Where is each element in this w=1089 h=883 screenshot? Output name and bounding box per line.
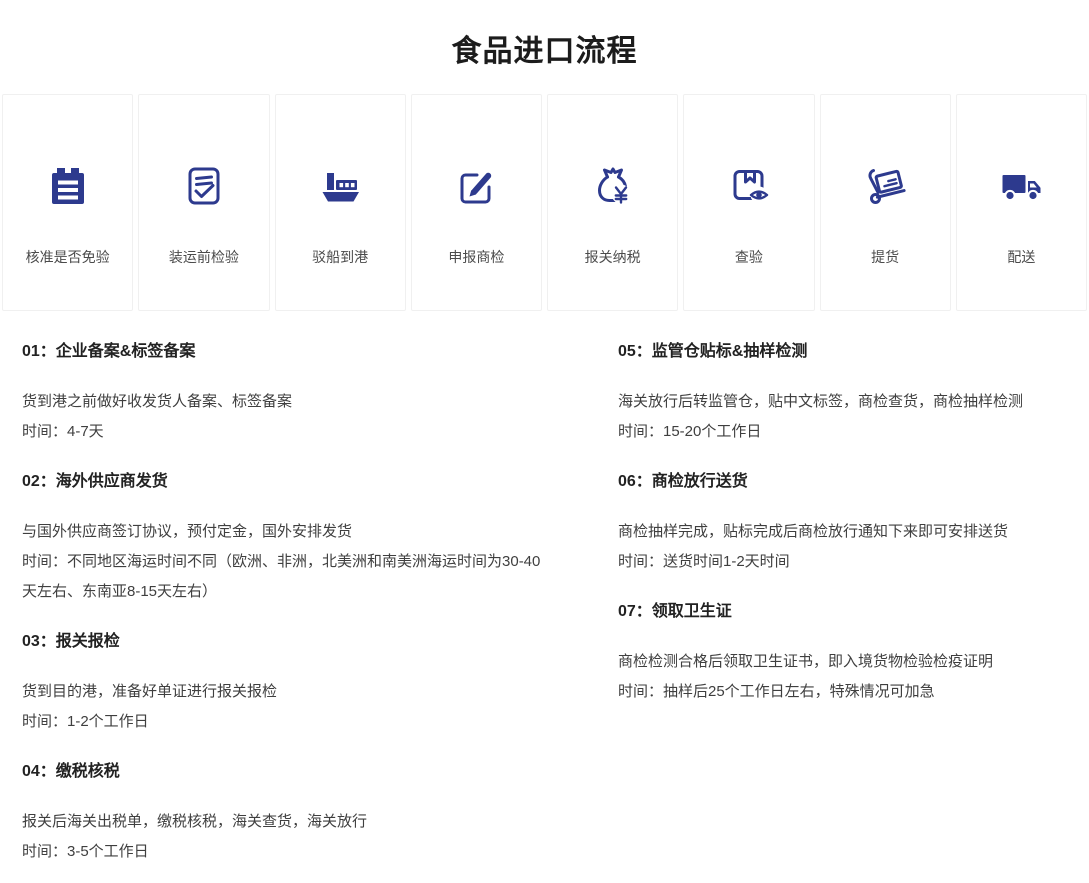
step-card-customs-tax: 报关纳税 (547, 94, 678, 311)
step-card-declare-inspection: 申报商检 (411, 94, 542, 311)
step-card-preshipment-inspection: 装运前检验 (138, 94, 269, 311)
section-02: 02：海外供应商发货 与国外供应商签订协议，预付定金，国外安排发货 时间：不同地… (22, 471, 548, 607)
section-time: 时间：不同地区海运时间不同（欧洲、非洲，北美洲和南美洲海运时间为30-40天左右… (22, 547, 548, 607)
step-label: 核准是否免验 (26, 247, 110, 267)
step-label: 驳船到港 (312, 247, 368, 267)
step-label: 查验 (735, 247, 763, 267)
details-column-left: 01：企业备案&标签备案 货到港之前做好收发货人备案、标签备案 时间：4-7天 … (22, 317, 618, 867)
section-description: 货到港之前做好收发货人备案、标签备案 (22, 387, 548, 417)
process-steps-row: 核准是否免验 装运前检验 驳船到港 (2, 94, 1087, 311)
step-card-inspection: 查验 (683, 94, 814, 311)
step-label: 装运前检验 (169, 247, 239, 267)
process-details: 01：企业备案&标签备案 货到港之前做好收发货人备案、标签备案 时间：4-7天 … (0, 317, 1089, 867)
section-03: 03：报关报检 货到目的港，准备好单证进行报关报检 时间：1-2个工作日 (22, 631, 548, 737)
section-description: 与国外供应商签订协议，预付定金，国外安排发货 (22, 517, 548, 547)
section-time: 时间：送货时间1-2天时间 (618, 547, 1065, 577)
section-heading: 04：缴税核税 (22, 761, 548, 783)
section-heading: 06：商检放行送货 (618, 471, 1065, 493)
step-label: 报关纳税 (585, 247, 641, 267)
section-06: 06：商检放行送货 商检抽样完成，贴标完成后商检放行通知下来即可安排送货 时间：… (618, 471, 1065, 577)
section-time: 时间：4-7天 (22, 417, 548, 447)
step-card-barge-arrival: 驳船到港 (275, 94, 406, 311)
section-04: 04：缴税核税 报关后海关出税单，缴税核税，海关查货，海关放行 时间：3-5个工… (22, 761, 548, 867)
section-heading: 02：海外供应商发货 (22, 471, 548, 493)
section-heading: 07：领取卫生证 (618, 601, 1065, 623)
step-card-delivery: 配送 (956, 94, 1087, 311)
section-description: 报关后海关出税单，缴税核税，海关查货，海关放行 (22, 807, 548, 837)
delivery-truck-icon (996, 161, 1046, 211)
section-time: 时间：15-20个工作日 (618, 417, 1065, 447)
step-label: 提货 (871, 247, 899, 267)
section-time: 时间：抽样后25个工作日左右，特殊情况可加急 (618, 677, 1065, 707)
ship-icon (315, 161, 365, 211)
section-time: 时间：3-5个工作日 (22, 837, 548, 867)
edit-document-icon (451, 161, 501, 211)
section-time: 时间：1-2个工作日 (22, 707, 548, 737)
section-description: 商检检测合格后领取卫生证书，即入境货物检验检疫证明 (618, 647, 1065, 677)
hand-truck-icon (860, 161, 910, 211)
details-column-right: 05：监管仓贴标&抽样检测 海关放行后转监管仓，贴中文标签，商检查货，商检抽样检… (618, 317, 1089, 867)
section-heading: 05：监管仓贴标&抽样检测 (618, 341, 1065, 363)
section-05: 05：监管仓贴标&抽样检测 海关放行后转监管仓，贴中文标签，商检查货，商检抽样检… (618, 341, 1065, 447)
step-card-approval: 核准是否免验 (2, 94, 133, 311)
section-07: 07：领取卫生证 商检检测合格后领取卫生证书，即入境货物检验检疫证明 时间：抽样… (618, 601, 1065, 707)
page-title: 食品进口流程 (0, 26, 1089, 70)
section-heading: 01：企业备案&标签备案 (22, 341, 548, 363)
section-01: 01：企业备案&标签备案 货到港之前做好收发货人备案、标签备案 时间：4-7天 (22, 341, 548, 447)
money-bag-yuan-icon (588, 161, 638, 211)
section-description: 海关放行后转监管仓，贴中文标签，商检查货，商检抽样检测 (618, 387, 1065, 417)
section-description: 商检抽样完成，贴标完成后商检放行通知下来即可安排送货 (618, 517, 1065, 547)
package-eye-icon (724, 161, 774, 211)
step-label: 申报商检 (448, 247, 504, 267)
checklist-icon (179, 161, 229, 211)
step-label: 配送 (1007, 247, 1035, 267)
section-heading: 03：报关报检 (22, 631, 548, 653)
clipboard-icon (43, 161, 93, 211)
section-description: 货到目的港，准备好单证进行报关报检 (22, 677, 548, 707)
step-card-pickup: 提货 (820, 94, 951, 311)
